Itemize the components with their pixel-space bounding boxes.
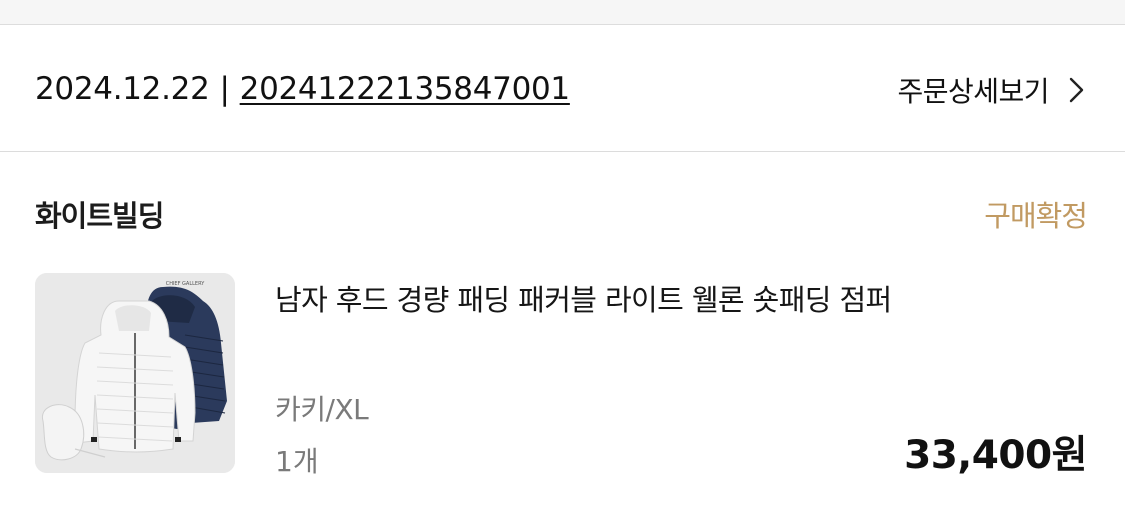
order-number-link[interactable]: 20241222135847001 xyxy=(240,71,571,107)
order-detail-label: 주문상세보기 xyxy=(897,75,1049,108)
order-detail-link[interactable]: 주문상세보기 xyxy=(897,70,1087,110)
order-date: 2024.12.22 xyxy=(35,71,210,107)
order-header: 2024.12.22 | 20241222135847001 주문상세보기 xyxy=(0,25,1125,152)
product-price: 33,400원 xyxy=(904,433,1087,478)
product-thumbnail[interactable]: CHIEF GALLERY xyxy=(35,273,235,473)
thumbnail-brand-text: CHIEF GALLERY xyxy=(166,281,206,287)
seller-name[interactable]: 화이트빌딩 xyxy=(35,193,164,235)
padded-jacket-image: CHIEF GALLERY xyxy=(35,273,235,473)
product-quantity: 1개 xyxy=(275,445,319,478)
product-option: 카키/XL xyxy=(275,393,369,426)
chevron-right-icon xyxy=(1069,77,1084,103)
product-name[interactable]: 남자 후드 경량 패딩 패커블 라이트 웰론 숏패딩 점퍼 xyxy=(275,277,892,319)
status-badge: 구매확정 xyxy=(984,199,1088,233)
order-separator: | xyxy=(219,71,230,107)
order-history-screen: 2024.12.22 | 20241222135847001 주문상세보기 화이트빌… xyxy=(0,0,1125,510)
order-meta: 2024.12.22 | 20241222135847001 xyxy=(35,70,570,108)
top-separator-band xyxy=(0,0,1125,25)
